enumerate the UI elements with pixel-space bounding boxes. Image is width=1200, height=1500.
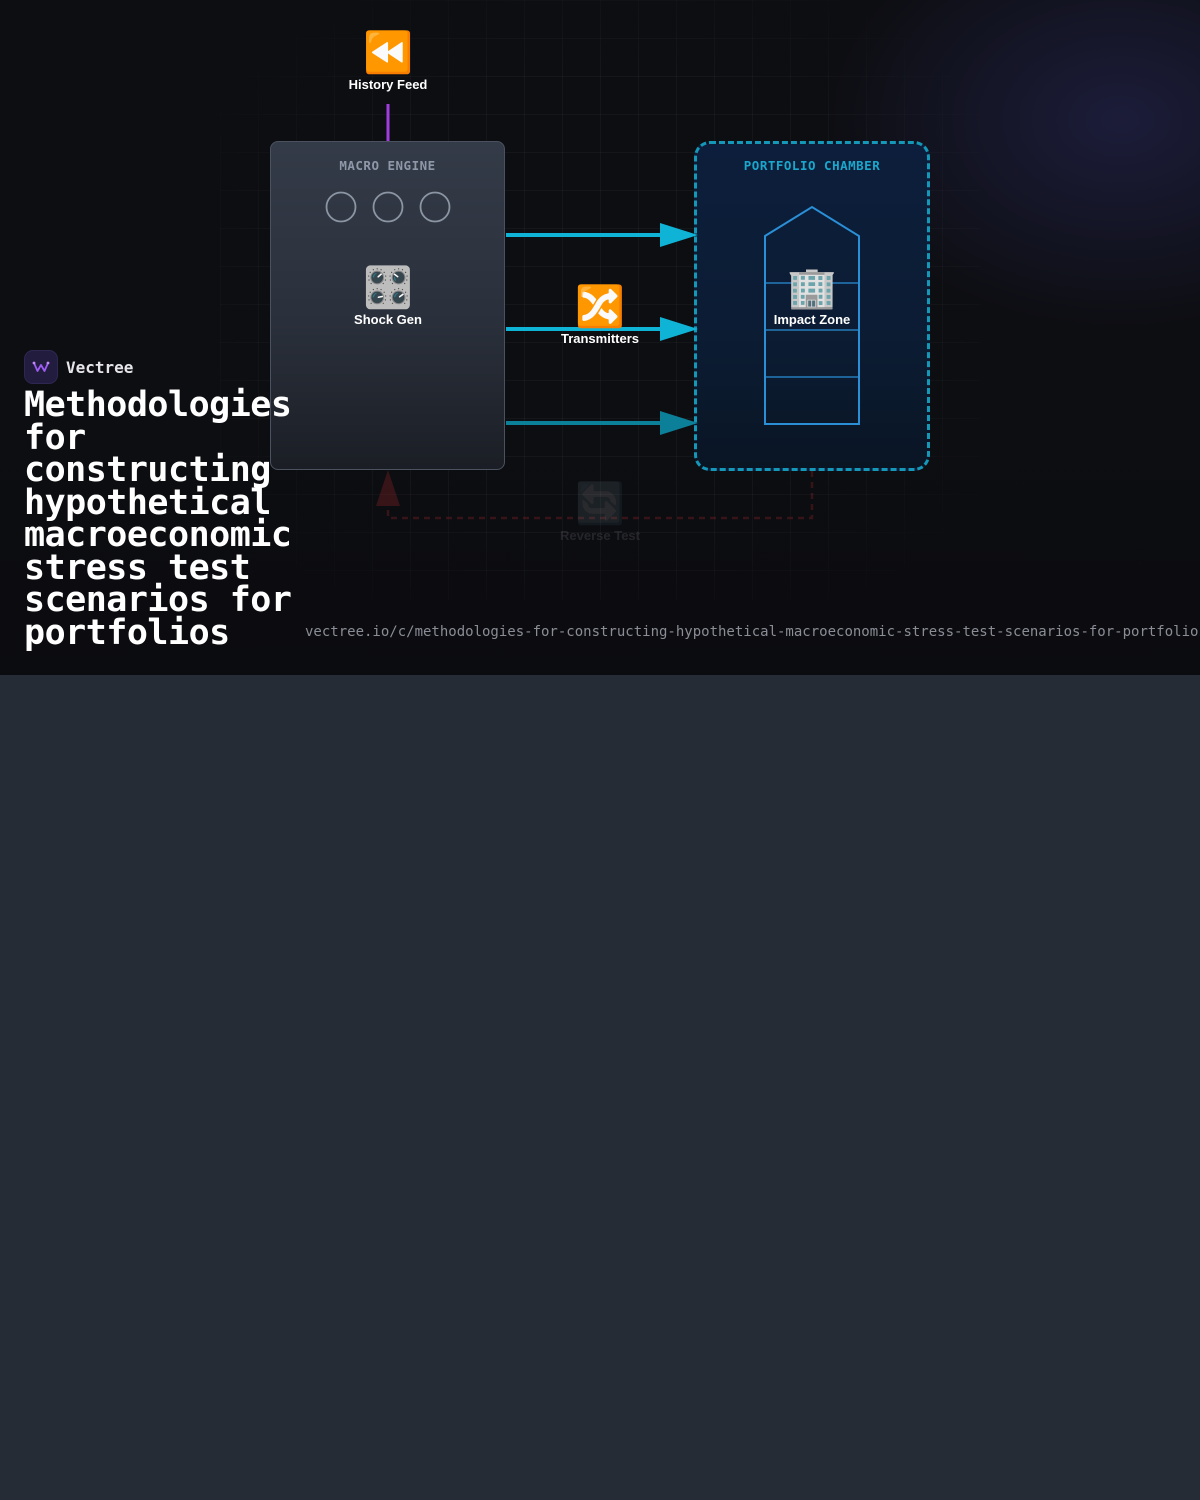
counterclockwise-arrows-icon: 🔄 [575, 481, 625, 527]
transmission-arrowhead-top [660, 223, 698, 247]
reverse-test-label: Reverse Test [560, 528, 640, 543]
engine-dial-2 [372, 191, 404, 223]
transmitters-node: 🔀 Transmitters [561, 285, 639, 346]
brand[interactable]: Vectree [24, 350, 133, 384]
page-title: Methodologies for constructing hypotheti… [24, 385, 292, 653]
control-knobs-icon: 🎛️ [363, 265, 413, 311]
transmitters-label: Transmitters [560, 331, 640, 346]
rewind-icon: ⏪ [363, 30, 413, 76]
engine-dial-1 [325, 191, 357, 223]
reverse-test-arrowhead [376, 470, 400, 506]
transmission-arrowhead-bottom [660, 411, 698, 435]
impact-zone-node: 🏢 Impact Zone [774, 266, 851, 327]
engine-dial-3 [419, 191, 451, 223]
hero-banner: MACRO ENGINE PORTFOLIO CHAMBER ⏪ History… [0, 0, 1200, 675]
brand-name: Vectree [66, 357, 134, 377]
reverse-test-node: 🔄 Reverse Test [560, 482, 640, 543]
shock-gen-label: Shock Gen [354, 312, 422, 327]
history-feed-label: History Feed [348, 77, 428, 92]
page-url[interactable]: vectree.io/c/methodologies-for-construct… [305, 624, 1200, 640]
office-building-icon: 🏢 [787, 265, 837, 311]
transmission-arrowhead-middle [660, 317, 698, 341]
shock-gen-node: 🎛️ Shock Gen [354, 266, 422, 327]
impact-zone-label: Impact Zone [773, 312, 851, 327]
history-feed-node: ⏪ History Feed [349, 31, 428, 92]
shuffle-icon: 🔀 [575, 284, 625, 330]
vectree-logo-icon [24, 350, 58, 384]
